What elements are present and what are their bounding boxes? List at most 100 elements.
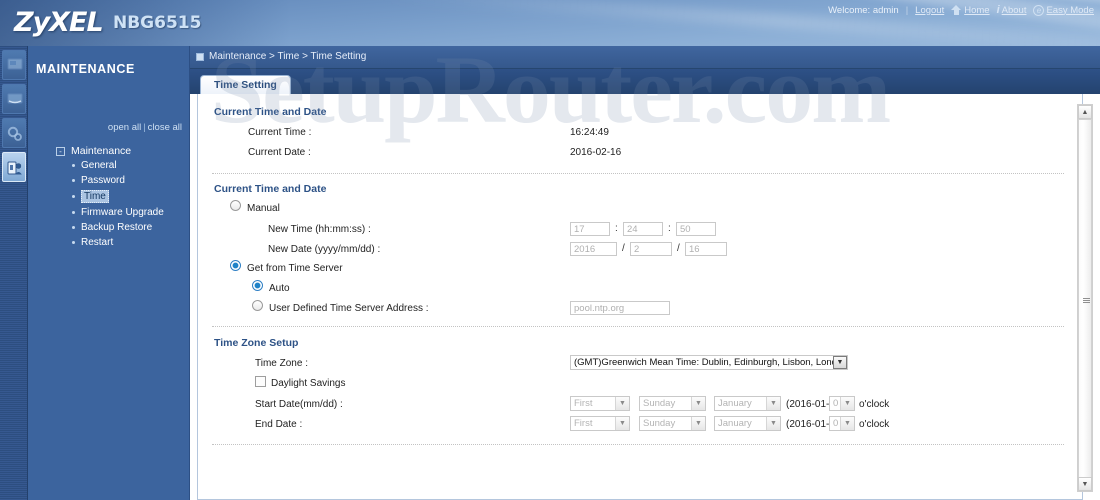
end-month-select[interactable]: January ▼ (714, 416, 781, 431)
time-zone-select[interactable]: (GMT)Greenwich Mean Time: Dublin, Edinbu… (570, 355, 848, 370)
sidebar-item-label: General (81, 160, 117, 171)
sidebar-item-label: Firmware Upgrade (81, 207, 164, 218)
start-day-value: Sunday (643, 398, 676, 409)
close-all-link[interactable]: close all (148, 122, 182, 133)
end-day-value: Sunday (643, 418, 676, 429)
bullet-icon (72, 226, 75, 229)
breadcrumb-bar: Maintenance > Time > Time Setting (190, 46, 1100, 69)
tab-strip: Time Setting (190, 69, 1100, 94)
new-date-day-input[interactable] (685, 242, 727, 256)
breadcrumb-text: Maintenance > Time > Time Setting (209, 51, 367, 62)
welcome-text: Welcome: admin (828, 4, 899, 16)
open-all-link[interactable]: open all (108, 122, 141, 133)
sidebar: MAINTENANCE open all | close all - Mainten… (28, 46, 190, 500)
rail-button-network-status[interactable] (2, 50, 26, 80)
end-month-value: January (718, 418, 752, 429)
daylight-savings-checkbox[interactable] (255, 376, 266, 387)
radio-manual[interactable] (230, 200, 241, 211)
tree-collapse-icon[interactable]: - (56, 146, 65, 156)
end-oclock-label: o'clock (859, 419, 890, 430)
scroll-down-arrow[interactable]: ▼ (1078, 477, 1092, 491)
maintenance-icon (7, 161, 22, 175)
top-nav: Welcome: admin | Logout Home i About e E… (828, 3, 1094, 17)
user-defined-time-server-input[interactable] (570, 301, 670, 315)
label-time-zone: Time Zone : (255, 358, 308, 369)
sidebar-item-backup-restore[interactable]: Backup Restore (28, 220, 190, 235)
sidebar-title: MAINTENANCE (36, 62, 135, 76)
label-start-date: Start Date(mm/dd) : (255, 399, 343, 410)
chevron-down-icon: ▼ (840, 397, 854, 410)
rail-button-monitor[interactable] (2, 84, 26, 114)
scroll-up-arrow[interactable]: ▲ (1078, 105, 1092, 119)
label-end-date: End Date : (255, 419, 303, 430)
sidebar-item-password[interactable]: Password (28, 173, 190, 188)
date-separator-2: / (677, 243, 680, 254)
sidebar-item-firmware-upgrade[interactable]: Firmware Upgrade (28, 205, 190, 220)
start-week-select[interactable]: First ▼ (570, 396, 630, 411)
new-date-year-input[interactable] (570, 242, 617, 256)
rail-button-maintenance[interactable] (2, 152, 26, 182)
vertical-scrollbar[interactable]: ▲ ▼ (1077, 104, 1093, 492)
radio-user-defined-time-server[interactable] (252, 300, 263, 311)
time-separator-2: : (668, 223, 671, 234)
time-zone-selected-value: (GMT)Greenwich Mean Time: Dublin, Edinbu… (574, 357, 833, 368)
new-time-hour-input[interactable] (570, 222, 610, 236)
radio-get-from-time-server[interactable] (230, 260, 241, 271)
new-time-minute-input[interactable] (623, 222, 663, 236)
easy-mode-link[interactable]: Easy Mode (1046, 5, 1094, 16)
divider (212, 444, 1064, 445)
radio-auto[interactable] (252, 280, 263, 291)
value-current-time: 16:24:49 (570, 127, 609, 138)
configuration-gears-icon (7, 126, 22, 141)
home-link[interactable]: Home (964, 5, 989, 16)
start-hour-select[interactable]: 0 ▼ (829, 396, 855, 411)
label-current-time: Current Time : (248, 127, 312, 138)
about-link[interactable]: About (1002, 5, 1027, 16)
chevron-down-icon: ▼ (766, 417, 780, 430)
tree-root-maintenance[interactable]: - Maintenance (28, 144, 190, 158)
divider (212, 326, 1064, 327)
sidebar-item-label: Password (81, 175, 125, 186)
divider (212, 173, 1064, 174)
chevron-down-icon: ▼ (766, 397, 780, 410)
chevron-down-icon: ▼ (615, 417, 629, 430)
end-week-value: First (574, 418, 593, 429)
about-nav-item[interactable]: i About (997, 4, 1027, 16)
sidebar-item-restart[interactable]: Restart (28, 235, 190, 250)
bullet-icon (72, 211, 75, 214)
start-day-select[interactable]: Sunday ▼ (639, 396, 706, 411)
chevron-down-icon: ▼ (691, 397, 705, 410)
sidebar-item-general[interactable]: General (28, 158, 190, 173)
icon-rail (0, 46, 28, 500)
home-icon (951, 5, 962, 15)
new-time-second-input[interactable] (676, 222, 716, 236)
home-nav-item[interactable]: Home (951, 5, 990, 16)
links-separator: | (143, 122, 146, 133)
easy-mode-nav-item[interactable]: e Easy Mode (1033, 4, 1094, 16)
new-date-month-input[interactable] (630, 242, 672, 256)
logout-link[interactable]: Logout (915, 5, 944, 16)
sidebar-item-time[interactable]: Time (28, 188, 190, 205)
start-month-select[interactable]: January ▼ (714, 396, 781, 411)
scrollbar-grip-icon (1083, 298, 1090, 303)
page-icon (196, 52, 204, 61)
welcome-separator: | (905, 4, 909, 16)
section-title-current-time: Current Time and Date (214, 106, 327, 118)
chevron-down-icon: ▼ (615, 397, 629, 410)
label-current-date: Current Date : (248, 147, 311, 158)
end-week-select[interactable]: First ▼ (570, 416, 630, 431)
tab-time-setting[interactable]: Time Setting (200, 75, 291, 94)
label-manual: Manual (247, 203, 280, 214)
model-name: NBG6515 (113, 13, 202, 33)
start-hour-value: 0 (833, 398, 839, 409)
monitor-icon (7, 93, 23, 104)
end-day-select[interactable]: Sunday ▼ (639, 416, 706, 431)
date-separator-1: / (622, 243, 625, 254)
easy-mode-icon: e (1033, 4, 1045, 16)
value-current-date: 2016-02-16 (570, 147, 622, 158)
zyxel-logo: ZyXEL (14, 7, 104, 38)
main-content: Maintenance > Time > Time Setting Time S… (190, 46, 1100, 500)
scrollbar-thumb[interactable] (1078, 119, 1092, 479)
rail-button-configuration[interactable] (2, 118, 26, 148)
end-hour-select[interactable]: 0 ▼ (829, 416, 855, 431)
